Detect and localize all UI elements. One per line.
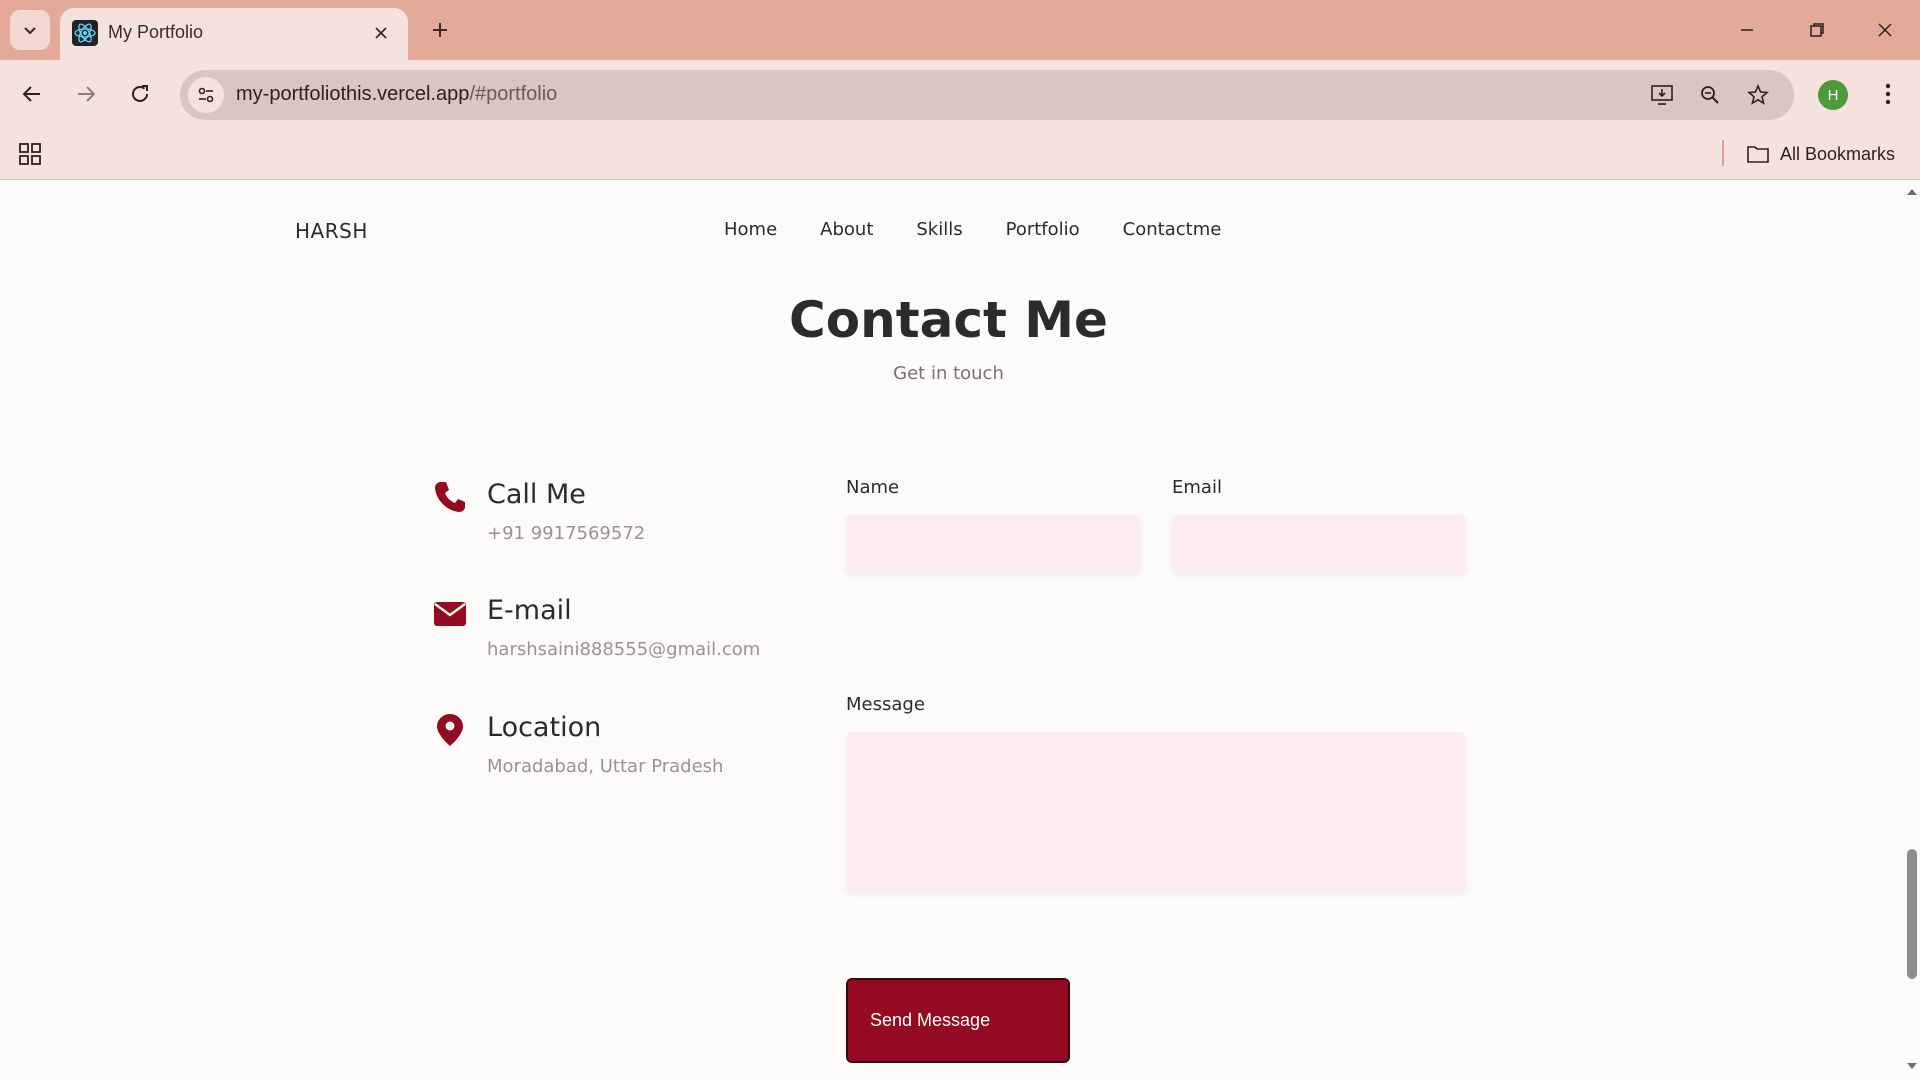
send-message-button[interactable]: Send Message [846,978,1070,1063]
bookmark-star-button[interactable] [1742,79,1774,111]
browser-toolbar: my-portfoliothis.vercel.app/#portfolio H [0,60,1920,128]
forward-button[interactable] [66,74,106,114]
nav-portfolio[interactable]: Portfolio [1006,219,1080,240]
site-settings-icon [198,87,214,103]
tab-strip: My Portfolio [0,0,1920,60]
more-vert-icon [1885,83,1891,105]
phone-icon [432,479,468,515]
contact-info-title: E-mail [487,595,572,626]
tab-search-button[interactable] [10,10,50,50]
section-title: Contact Me [789,291,1108,349]
contact-info-value: Moradabad, Uttar Pradesh [487,756,724,777]
tab-close-button[interactable] [368,20,394,46]
site-settings-button[interactable] [188,77,224,113]
close-icon [375,27,387,39]
apps-button[interactable] [14,138,46,170]
scroll-down-arrow-icon[interactable] [1906,1061,1918,1071]
bookmarks-divider [1722,140,1724,166]
folder-icon [1747,146,1769,163]
email-input[interactable] [1172,515,1466,573]
name-input[interactable] [846,515,1140,573]
react-favicon-icon [72,20,98,46]
bookmarks-bar: All Bookmarks [0,128,1920,180]
chevron-down-icon [24,27,36,35]
section-subtitle: Get in touch [893,363,1004,384]
browser-tab[interactable]: My Portfolio [60,8,408,60]
install-app-icon [1651,85,1673,105]
restore-icon [1810,23,1824,37]
profile-avatar[interactable]: H [1818,80,1848,110]
url-host: my-portfoliothis.vercel.app [236,83,470,105]
minimize-button[interactable] [1724,10,1770,50]
contact-info-title: Location [487,712,602,743]
restore-button[interactable] [1794,10,1840,50]
envelope-icon [432,595,468,631]
address-bar[interactable]: my-portfoliothis.vercel.app/#portfolio [180,70,1794,120]
site-nav: Home About Skills Portfolio Contactme [724,219,1264,240]
reload-button[interactable] [120,74,160,114]
zoom-icon [1701,86,1719,104]
nav-home[interactable]: Home [724,219,777,240]
zoom-button[interactable] [1694,79,1726,111]
all-bookmarks-button[interactable]: All Bookmarks [1746,138,1895,170]
contact-info-title: Call Me [487,479,586,510]
install-app-button[interactable] [1646,79,1678,111]
minimize-icon [1741,29,1753,31]
close-window-icon [1878,23,1892,37]
scrollbar-thumb[interactable] [1907,849,1917,979]
page-viewport: HARSH Home About Skills Portfolio Contac… [0,181,1904,1080]
email-label: Email [1172,477,1222,498]
site-logo[interactable]: HARSH [295,219,368,243]
contact-info-value: harshsaini888555@gmail.com [487,639,761,660]
name-label: Name [846,477,900,498]
new-tab-button[interactable] [424,14,456,46]
contact-info-value: +91 9917569572 [487,523,646,544]
url-text: my-portfoliothis.vercel.app/#portfolio [236,83,557,106]
close-window-button[interactable] [1862,10,1908,50]
back-button[interactable] [12,74,52,114]
browser-menu-button[interactable] [1872,76,1904,112]
tab-title: My Portfolio [108,22,204,42]
plus-icon [433,23,447,37]
back-arrow-icon [22,86,40,102]
nav-contactme[interactable]: Contactme [1123,219,1222,240]
reload-icon [132,85,148,102]
forward-arrow-icon [78,86,96,102]
nav-skills[interactable]: Skills [916,219,962,240]
message-textarea[interactable] [846,732,1466,892]
url-path: /#portfolio [469,83,558,105]
apps-grid-icon [19,143,41,165]
star-icon [1747,84,1769,105]
scroll-up-arrow-icon[interactable] [1906,187,1918,197]
all-bookmarks-label: All Bookmarks [1780,143,1896,164]
page-scrollbar[interactable] [1904,181,1920,1080]
map-pin-icon [432,712,468,748]
nav-about[interactable]: About [820,219,873,240]
message-label: Message [846,694,925,715]
